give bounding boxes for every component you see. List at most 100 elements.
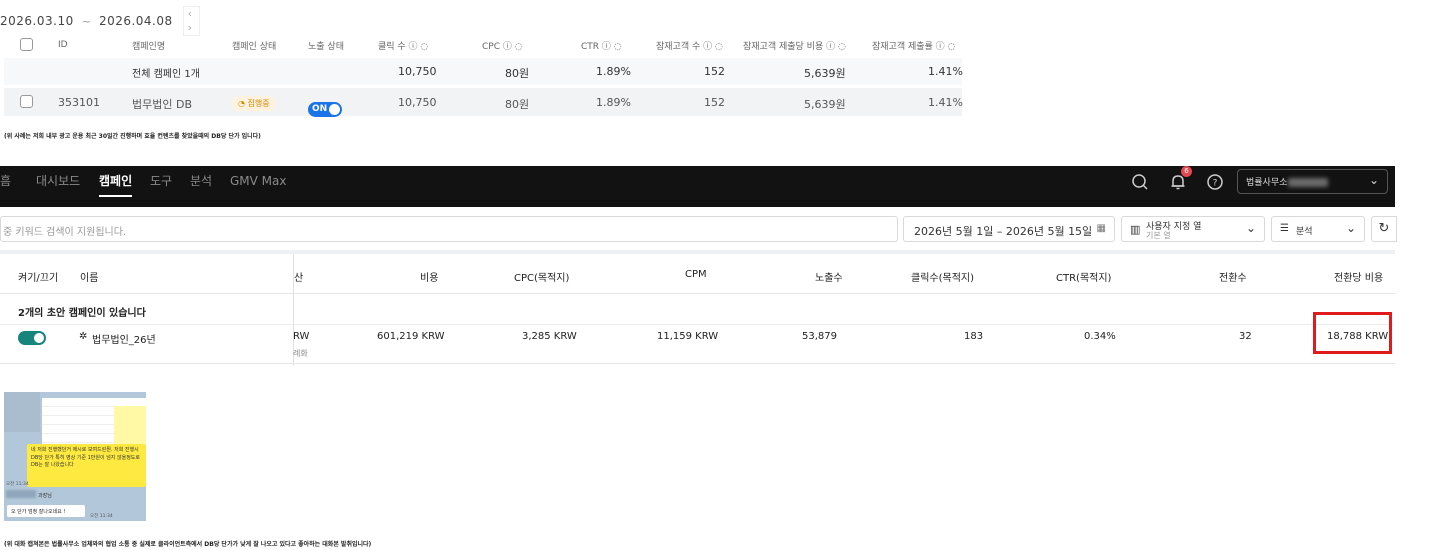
chevron-down-icon: ⌄ [1345, 221, 1356, 235]
total-leads: 152 [704, 65, 725, 78]
header-campaign-status: 캠페인 상태 [232, 41, 277, 52]
header-exposure-status: 노출 상태 [308, 41, 344, 52]
date-nav-arrows-icon[interactable]: ‹ › [182, 6, 200, 36]
note-caption-2: (위 대화 캡쳐본은 법률사무소 업체와의 협업 소통 중 실제로 클라이언트측… [4, 541, 372, 548]
header-name[interactable]: 이름 [80, 269, 98, 284]
total-clicks: 10,750 [398, 65, 437, 78]
analysis-label: 분석 [1296, 227, 1313, 237]
nav-dashboard[interactable]: 대시보드 [36, 166, 80, 197]
header-impressions[interactable]: 노출수 [815, 269, 843, 284]
message-time: 오전 11:34 [6, 482, 29, 487]
lead-campaign-table-screenshot: 2026.03.10 ~ 2026.04.08 ‹ › ID 캠페인명 캠페인 … [0, 0, 963, 117]
header-cost[interactable]: 비용 [420, 269, 438, 284]
calendar-icon: ▦ [1096, 223, 1106, 234]
header-cost-per-lead[interactable]: 잠재고객 제출당 비용 ⓘ ◌ [743, 39, 846, 52]
table-row[interactable]: ✲ 법무법인_26년 RW 례화 601,219 KRW 3,285 KRW 1… [0, 326, 1395, 364]
header-campaign: 캠페인명 [132, 41, 166, 52]
campaign-name[interactable]: 법무법인_26년 [92, 331, 156, 346]
header-lead-rate[interactable]: 잠재고객 제출률 ⓘ ◌ [872, 39, 955, 52]
chat-avatar-area [4, 392, 40, 432]
status-badge: ◔ 집행중 [232, 96, 276, 111]
date-end: 2026.04.08 [98, 14, 173, 28]
row-ctr: 0.34% [1084, 331, 1116, 342]
budget-sub-partial: 례화 [293, 349, 308, 358]
campaign-onoff-toggle[interactable] [18, 331, 46, 345]
header-cost-per-conversion[interactable]: 전환당 비용 [1334, 269, 1383, 284]
table-highlight [114, 406, 146, 444]
draft-campaign-notice[interactable]: 2개의 초안 캠페인이 있습니다 [0, 295, 1395, 325]
row-checkbox[interactable] [20, 95, 33, 108]
top-nav-bar: 흠 대시보드 캠페인 도구 분석 GMV Max 6 ? 법률사무소 ⌄ [0, 166, 1395, 207]
nav-gmv-max[interactable]: GMV Max [230, 166, 286, 197]
date-range-picker[interactable]: 2026년 5월 1일 – 2026년 5월 15일 ▦ [903, 216, 1115, 242]
draft-notice-text: 2개의 초안 캠페인이 있습니다 [18, 308, 146, 319]
header-clicks[interactable]: 클릭 수 ⓘ ◌ [378, 39, 428, 52]
row-ctr: 1.89% [596, 96, 631, 109]
toggle-label: ON [312, 104, 328, 114]
account-name: 법률사무소 [1246, 178, 1288, 188]
date-separator: ~ [81, 14, 91, 28]
row-clicks: 183 [964, 331, 984, 342]
budget-partial: RW [293, 331, 310, 342]
header-ctr[interactable]: CTR ⓘ ◌ [581, 39, 622, 52]
toggle-knob [329, 103, 340, 115]
total-label: 전체 캠페인 1개 [132, 69, 200, 80]
exposure-toggle[interactable]: ON [308, 101, 342, 117]
chevron-down-icon: ⌄ [1245, 221, 1256, 235]
nav-tools[interactable]: 도구 [150, 166, 172, 197]
table-row[interactable]: 353101 법무법인 DB ◔ 집행중 ON 10,750 80원 1.89%… [4, 88, 963, 117]
row-impressions: 53,879 [802, 331, 837, 342]
column-selector[interactable]: ▥ 사용자 지정 열 기본 열 ⌄ [1121, 216, 1265, 242]
search-input[interactable]: 중 키워드 검색이 지원됩니다. [0, 216, 898, 242]
header-clicks[interactable]: 클릭수(목적지) [911, 269, 974, 284]
redacted-sender-blur [6, 490, 36, 498]
reply-time: 오전 11:34 [90, 514, 113, 519]
row-lead-rate: 1.41% [928, 96, 963, 109]
date-range-bar[interactable]: 2026.03.10 ~ 2026.04.08 ‹ › [0, 6, 200, 36]
row-cpc: 80원 [505, 98, 530, 111]
total-lead-rate: 1.41% [928, 65, 963, 78]
header-id: ID [58, 40, 68, 50]
nav-campaign[interactable]: 캠페인 [99, 166, 133, 197]
row-clicks: 10,750 [398, 96, 437, 109]
header-cpc[interactable]: CPC(목적지) [514, 269, 569, 284]
select-all-checkbox[interactable] [20, 38, 33, 51]
row-leads: 152 [704, 96, 725, 109]
header-ctr[interactable]: CTR(목적지) [1056, 269, 1111, 284]
chevron-down-icon: ⌄ [1368, 173, 1379, 187]
logo-partial: 흠 [0, 174, 12, 188]
chat-bubble-message: 네 저희 진행했던거 에시로 보여드린뭔. 저희 진행시 DB당 단가 특히 영… [27, 444, 146, 487]
header-cpm[interactable]: CPM [685, 269, 707, 280]
header-budget[interactable]: 산 [294, 269, 303, 284]
date-range-text: 2026년 5월 1일 – 2026년 5월 15일 [914, 225, 1093, 238]
account-selector[interactable]: 법률사무소 ⌄ [1237, 169, 1388, 194]
header-cpc[interactable]: CPC ⓘ ◌ [482, 39, 523, 52]
search-placeholder: 중 키워드 검색이 지원됩니다. [3, 227, 127, 238]
date-start: 2026.03.10 [0, 14, 74, 28]
highlight-box [1313, 312, 1392, 354]
notification-badge: 6 [1181, 166, 1192, 177]
help-icon[interactable]: ? [1206, 173, 1224, 191]
total-ctr: 1.89% [596, 65, 631, 78]
chat-screenshot-thumbnail: 네 저희 진행했던거 에시로 보여드린뭔. 저희 진행시 DB당 단가 특히 영… [4, 392, 146, 521]
nav-analytics[interactable]: 분석 [190, 166, 212, 197]
svg-text:?: ? [1213, 179, 1218, 189]
refresh-icon[interactable]: ↻ [1371, 216, 1397, 242]
sender-name: 과장님 [38, 493, 52, 499]
header-conversions[interactable]: 전환수 [1219, 269, 1247, 284]
header-onoff: 켜기/끄기 [18, 273, 59, 284]
analysis-dropdown[interactable]: ☰ 분석 ⌄ [1271, 216, 1365, 242]
campaign-table-header: 켜기/끄기 이름 산 비용 CPC(목적지) CPM 노출수 클릭수(목적지) … [0, 254, 1395, 294]
header-leads[interactable]: 잠재고객 수 ⓘ ◌ [656, 39, 723, 52]
search-icon[interactable] [1131, 173, 1149, 191]
total-cpc: 80원 [505, 67, 530, 80]
columns-icon: ▥ [1130, 223, 1141, 236]
analysis-icon: ☰ [1280, 223, 1289, 234]
row-conversions: 32 [1239, 331, 1252, 342]
row-id: 353101 [58, 96, 100, 109]
ads-manager-screenshot: 흠 대시보드 캠페인 도구 분석 GMV Max 6 ? 법률사무소 ⌄ 중 키… [0, 166, 1397, 366]
row-campaign-name[interactable]: 법무법인 DB [132, 96, 192, 112]
redacted-account-blur [1288, 178, 1328, 187]
column-selector-sub: 기본 열 [1146, 231, 1171, 240]
chat-reply-bubble: 오 단가 엄청 잘나오네요 ! [7, 505, 85, 517]
